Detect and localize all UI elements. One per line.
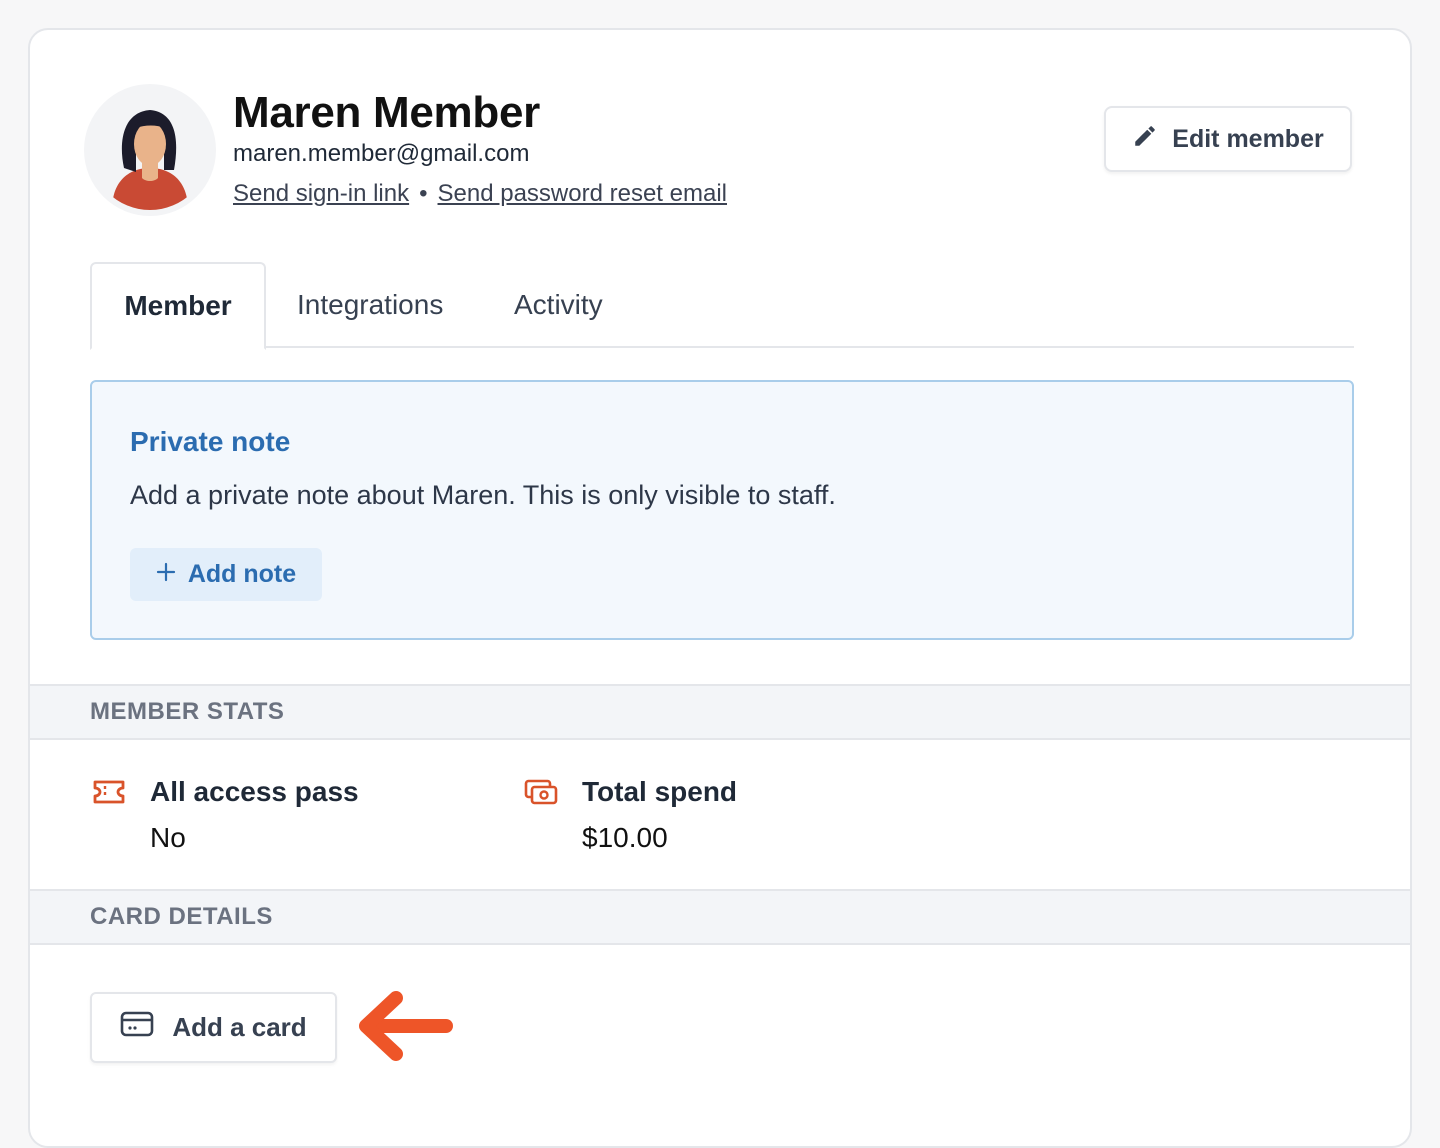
stat-value: No xyxy=(150,822,186,853)
edit-member-button[interactable]: Edit member xyxy=(1104,106,1352,172)
member-stats-header: MEMBER STATS xyxy=(30,684,1410,740)
ticket-icon xyxy=(92,778,126,811)
avatar xyxy=(90,90,210,210)
add-note-label: Add note xyxy=(187,560,297,588)
private-note-title: Private note xyxy=(130,426,291,457)
member-name: Maren Member xyxy=(233,88,540,137)
tab-activity[interactable]: Activity xyxy=(514,262,603,348)
stat-value: $10.00 xyxy=(582,822,668,853)
plus-icon xyxy=(156,560,176,589)
pointer-arrow-icon xyxy=(356,990,456,1069)
credit-card-icon xyxy=(120,1011,154,1044)
pencil-icon xyxy=(1132,123,1158,156)
add-card-label: Add a card xyxy=(172,1012,307,1042)
tab-integrations[interactable]: Integrations xyxy=(297,262,443,348)
send-password-reset-link[interactable]: Send password reset email xyxy=(438,180,727,207)
member-email: maren.member@gmail.com xyxy=(233,140,530,167)
private-note-description: Add a private note about Maren. This is … xyxy=(130,480,836,510)
stat-label: Total spend xyxy=(582,776,738,807)
link-separator: • xyxy=(419,180,428,207)
member-profile-card: Maren Member maren.member@gmail.com Send… xyxy=(28,28,1412,1148)
card-details-header: CARD DETAILS xyxy=(30,889,1410,945)
tab-member[interactable]: Member xyxy=(90,262,266,350)
add-note-button[interactable]: Add note xyxy=(130,548,322,601)
add-card-button[interactable]: Add a card xyxy=(90,992,337,1063)
private-note-panel: Private note Add a private note about Ma… xyxy=(90,380,1354,640)
account-links: Send sign-in link • Send password reset em… xyxy=(233,180,727,208)
send-signin-link[interactable]: Send sign-in link xyxy=(233,180,409,207)
edit-member-label: Edit member xyxy=(1172,124,1324,153)
member-tabs: Member Integrations Activity xyxy=(90,262,1354,350)
stat-label: All access pass xyxy=(150,776,359,807)
money-icon xyxy=(524,778,558,813)
